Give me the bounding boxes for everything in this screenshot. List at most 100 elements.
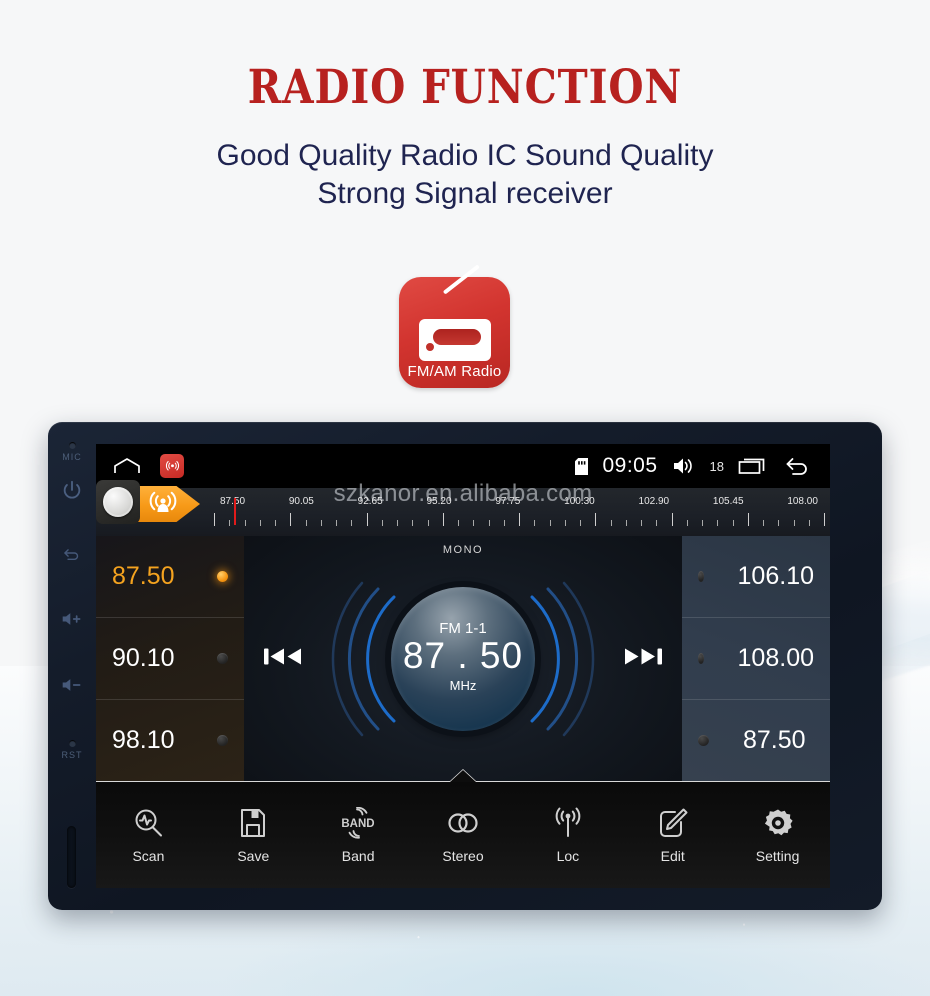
page-subtitle-line2: Strong Signal receiver bbox=[317, 177, 613, 211]
tuner-dial-area: MONO FM 1-1 87 . 50 MHz bbox=[244, 536, 682, 782]
radio-app-icon[interactable] bbox=[160, 454, 184, 478]
scan-button[interactable]: Scan bbox=[96, 807, 201, 864]
ruler-tick-minor bbox=[381, 520, 383, 526]
svg-text:BAND: BAND bbox=[342, 818, 375, 830]
band-icon: BAND bbox=[338, 807, 378, 839]
preset-frequency: 87.50 bbox=[112, 562, 175, 590]
frequency-unit: MHz bbox=[449, 677, 477, 693]
fm-am-radio-app-tile[interactable]: FM/AM Radio bbox=[399, 264, 510, 388]
ruler-tick-minor bbox=[458, 520, 459, 526]
radio-knob-shape bbox=[424, 341, 436, 353]
stereo-button[interactable]: Stereo bbox=[411, 807, 516, 864]
ruler-tick-minor bbox=[549, 520, 551, 526]
ruler-label: 95.20 bbox=[426, 496, 452, 507]
ruler-tick-major bbox=[595, 513, 597, 526]
ruler-ticks bbox=[214, 498, 825, 526]
ruler-tick-major bbox=[442, 513, 444, 526]
ruler-tick-major bbox=[747, 513, 749, 526]
recent-apps-icon[interactable] bbox=[738, 456, 768, 476]
device-left-bezel: MIC RST bbox=[48, 422, 96, 910]
next-station-icon[interactable] bbox=[620, 641, 666, 676]
tool-label: Scan bbox=[132, 848, 165, 864]
power-button[interactable] bbox=[48, 479, 96, 501]
ruler-tick-minor bbox=[641, 520, 642, 526]
page-title: RADIO FUNCTION bbox=[247, 60, 683, 115]
reset-label: RST bbox=[61, 750, 83, 760]
ruler-tick-major bbox=[290, 513, 292, 526]
ruler-tick-minor bbox=[625, 520, 627, 526]
frequency-dial[interactable]: FM 1-1 87 . 50 MHz bbox=[391, 586, 535, 731]
ruler-tick-minor bbox=[534, 520, 536, 526]
ruler-tick-minor bbox=[244, 520, 246, 526]
previous-station-icon[interactable] bbox=[260, 641, 306, 676]
reset-hole[interactable]: RST bbox=[48, 740, 96, 760]
ruler-labels: 87.50 90.05 92.65 95.20 97.75 100.30 102… bbox=[214, 496, 824, 507]
back-button[interactable] bbox=[48, 542, 96, 564]
volume-down-button[interactable] bbox=[48, 674, 96, 696]
tuner-banner[interactable] bbox=[96, 480, 206, 526]
page-subtitle: Good Quality Radio IC Sound Quality Stro… bbox=[0, 111, 930, 214]
ruler-tick-minor bbox=[763, 520, 764, 526]
preset-item[interactable]: 108.00 bbox=[682, 618, 830, 700]
preset-list-right: 106.10 108.00 87.50 bbox=[682, 536, 830, 781]
android-status-bar: 09:05 18 bbox=[96, 444, 830, 488]
ruler-tick-minor bbox=[412, 520, 414, 526]
volume-up-button[interactable] bbox=[48, 608, 96, 630]
ruler-label: 100.30 bbox=[564, 496, 595, 507]
stereo-icon bbox=[443, 807, 483, 839]
tuner-ruler-bar: szkanor.en.alibaba.com 87.50 90.05 92.65… bbox=[96, 480, 830, 536]
ruler-tick-minor bbox=[259, 520, 261, 526]
preset-item[interactable]: 106.10 bbox=[682, 536, 830, 618]
tool-label: Save bbox=[237, 848, 270, 864]
preset-list-left: 87.50 90.10 98.10 bbox=[96, 536, 244, 781]
ruler-tick-minor bbox=[351, 520, 353, 526]
app-icon-label: FM/AM Radio bbox=[407, 363, 502, 380]
sd-card-slot[interactable] bbox=[67, 826, 76, 888]
ruler-tick-minor bbox=[473, 520, 475, 526]
preset-item[interactable]: 87.50 bbox=[96, 536, 244, 618]
sd-card-icon bbox=[575, 457, 589, 475]
back-arrow-icon[interactable] bbox=[782, 455, 814, 477]
ruler-tick-minor bbox=[488, 520, 490, 526]
band-button[interactable]: BAND Band bbox=[306, 807, 411, 864]
ruler-label: 105.45 bbox=[712, 496, 744, 507]
ruler-tick-minor bbox=[564, 520, 566, 526]
loc-button[interactable]: Loc bbox=[515, 807, 620, 864]
volume-down-icon bbox=[61, 674, 83, 696]
mic-hole: MIC bbox=[48, 442, 96, 462]
ruler-tick-minor bbox=[656, 520, 658, 526]
ruler-tick-major bbox=[671, 513, 673, 526]
home-icon[interactable] bbox=[112, 456, 142, 476]
status-bar-clock: 09:05 bbox=[602, 454, 658, 477]
loc-antenna-icon bbox=[551, 807, 585, 839]
ruler-tick-minor bbox=[275, 520, 276, 526]
page-header: RADIO FUNCTION Good Quality Radio IC Sou… bbox=[0, 0, 930, 214]
tuning-knob-icon[interactable] bbox=[96, 480, 140, 524]
ruler-tick-minor bbox=[320, 520, 322, 526]
save-icon bbox=[239, 807, 267, 839]
frequency-ruler[interactable]: 87.50 90.05 92.65 95.20 97.75 100.30 102… bbox=[214, 496, 825, 536]
ruler-label: 92.65 bbox=[357, 496, 383, 507]
preset-item[interactable]: 87.50 bbox=[682, 700, 830, 781]
preset-led-icon bbox=[698, 735, 709, 746]
tool-label: Loc bbox=[556, 848, 580, 864]
ruler-label: 108.00 bbox=[787, 496, 818, 507]
volume-icon[interactable] bbox=[672, 456, 696, 476]
ruler-tick-minor bbox=[808, 520, 810, 526]
preset-led-icon bbox=[698, 653, 704, 664]
ruler-tick-minor bbox=[336, 520, 337, 526]
setting-button[interactable]: Setting bbox=[725, 807, 830, 864]
scan-icon bbox=[131, 807, 165, 839]
preset-item[interactable]: 90.10 bbox=[96, 618, 244, 700]
volume-up-icon bbox=[61, 608, 83, 630]
edit-button[interactable]: Edit bbox=[620, 807, 725, 864]
preset-item[interactable]: 98.10 bbox=[96, 700, 244, 781]
ruler-tick-minor bbox=[686, 520, 688, 526]
save-button[interactable]: Save bbox=[201, 807, 306, 864]
ruler-tick-minor bbox=[503, 520, 505, 526]
preset-frequency: 108.00 bbox=[737, 644, 814, 672]
ruler-tick-minor bbox=[702, 520, 703, 526]
dial-assembly: FM 1-1 87 . 50 MHz bbox=[298, 559, 628, 759]
tuning-needle bbox=[233, 498, 236, 525]
ruler-label: 90.05 bbox=[288, 496, 314, 507]
